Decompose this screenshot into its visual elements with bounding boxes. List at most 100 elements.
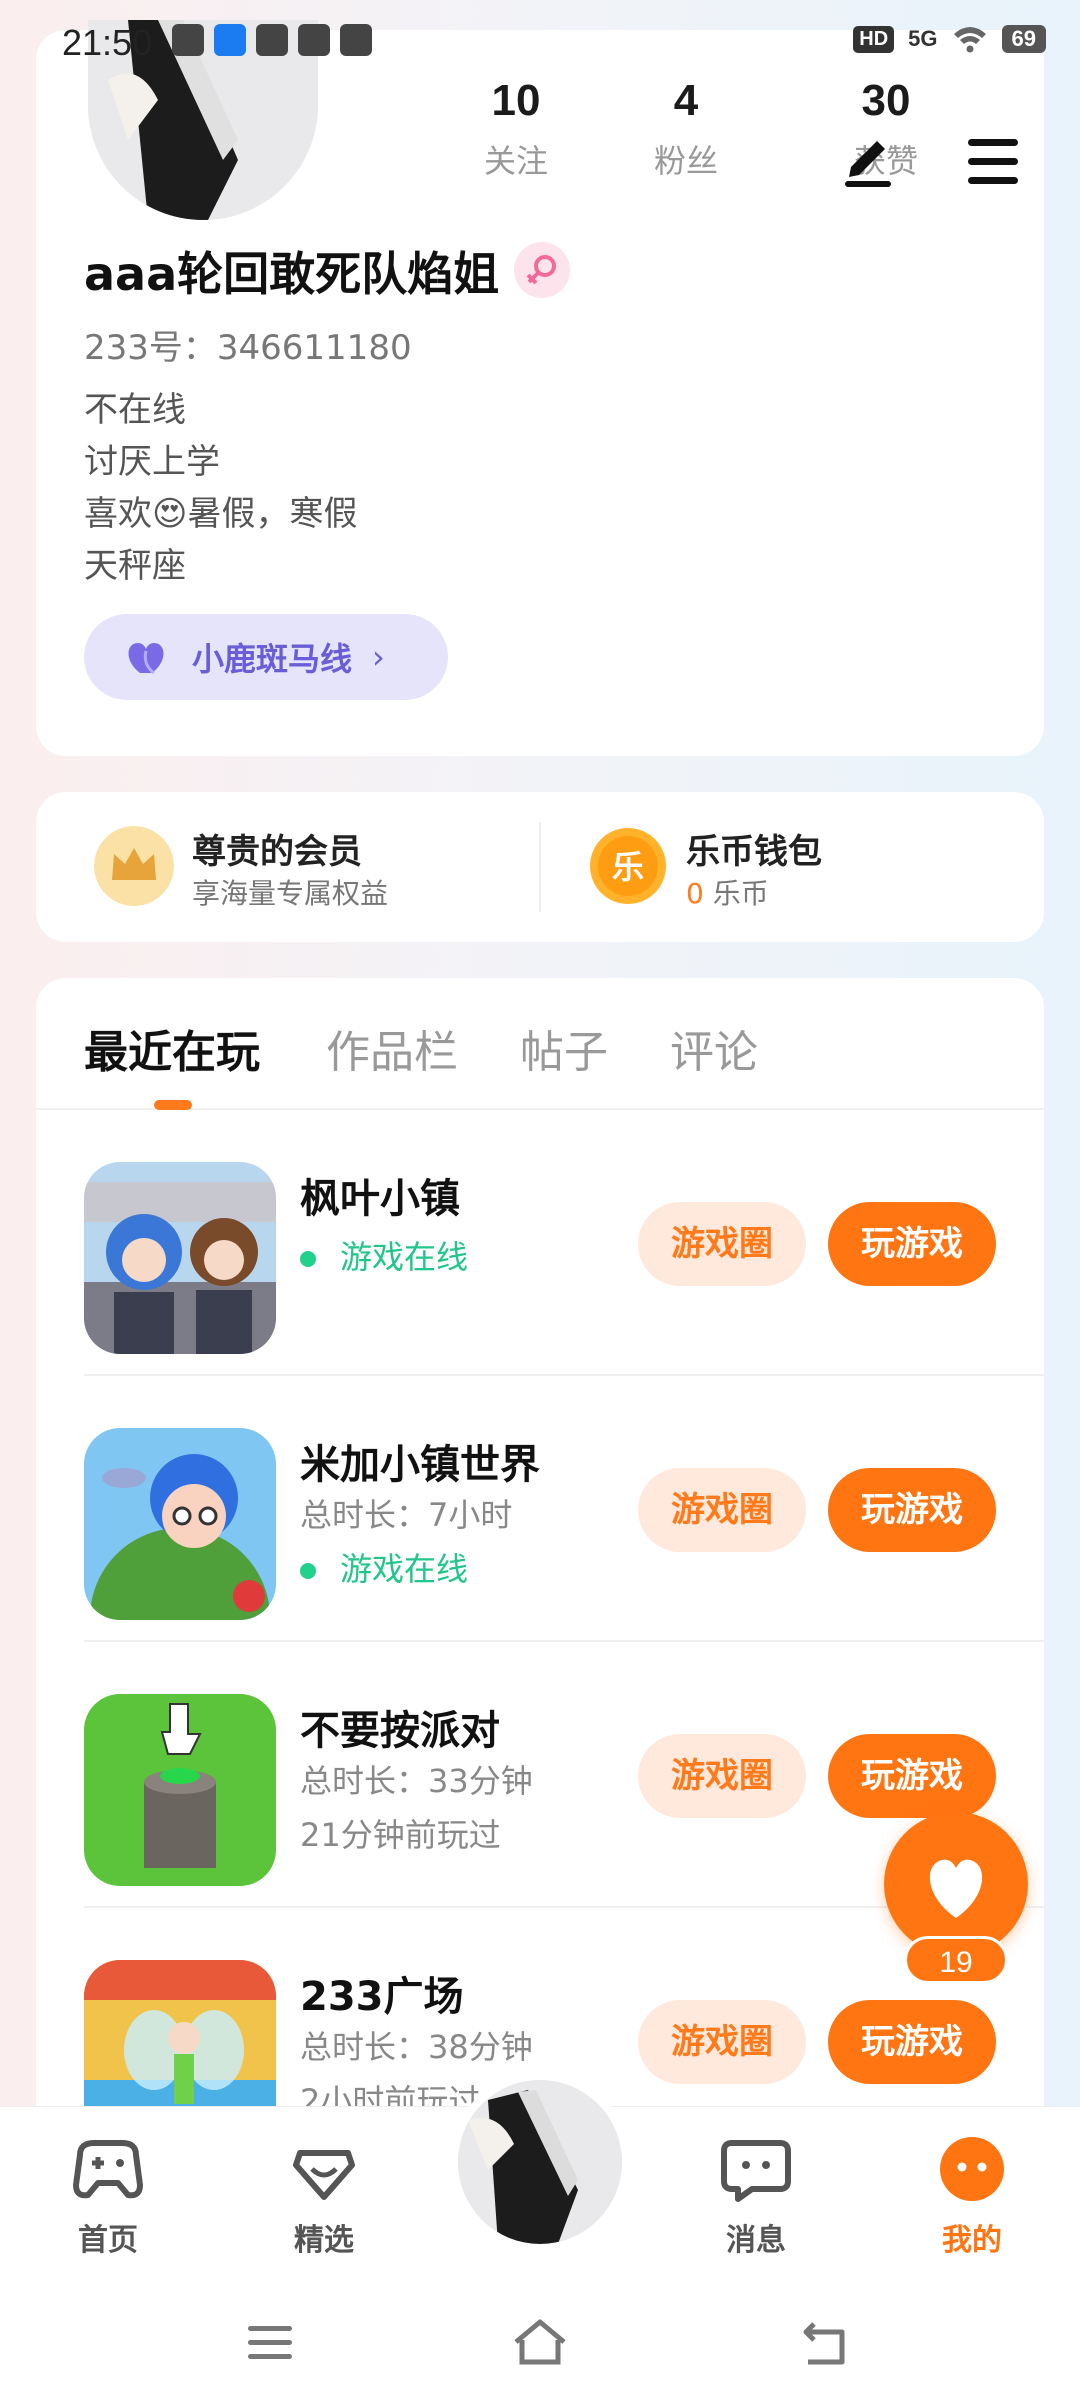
- game-playtime: 总时长：33分钟: [300, 1762, 533, 1800]
- game-playtime: 总时长：7小时: [300, 1496, 513, 1534]
- nav-home-label: 首页: [78, 2223, 138, 2258]
- game-circle-button[interactable]: 游戏圈: [638, 1202, 806, 1286]
- game-icon-dont-press-party: [84, 1694, 276, 1886]
- username: aaa轮回敢死队焰姐: [84, 247, 500, 301]
- gamepad-icon: [73, 2140, 143, 2199]
- game-name: 233广场: [300, 1974, 464, 2020]
- game-circle-button[interactable]: 游戏圈: [638, 1468, 806, 1552]
- signal-icon: 5G: [908, 26, 938, 51]
- center-avatar-button[interactable]: [450, 2072, 630, 2252]
- game-name: 米加小镇世界: [300, 1442, 540, 1488]
- me-icon: [940, 2137, 1004, 2201]
- play-icon: [340, 24, 372, 56]
- bio-line: 讨厌上学: [84, 442, 220, 482]
- game-online-status: 游戏在线: [300, 1232, 468, 1278]
- bio: 不在线 讨厌上学 喜欢😍暑假，寒假 天秤座: [84, 384, 357, 592]
- nav-me[interactable]: 我的: [902, 2135, 1042, 2259]
- nav-featured[interactable]: 精选: [254, 2135, 394, 2259]
- stat-fans-label: 粉丝: [653, 142, 718, 180]
- play-game-button[interactable]: 玩游戏: [828, 1202, 996, 1286]
- chat-icon: [721, 2140, 791, 2202]
- game-row[interactable]: 米加小镇世界 总时长：7小时 游戏在线 游戏圈 玩游戏: [84, 1376, 1044, 1642]
- stat-following[interactable]: 10 关注: [436, 76, 596, 182]
- tab-comments[interactable]: 评论: [670, 1016, 758, 1080]
- game-circle-button[interactable]: 游戏圈: [638, 1734, 806, 1818]
- play-game-button[interactable]: 玩游戏: [828, 1734, 996, 1818]
- bio-line: 喜欢😍暑假，寒假: [84, 494, 358, 534]
- menu-icon[interactable]: [960, 129, 1026, 195]
- notification-app-icon: [172, 24, 204, 56]
- floating-like-button[interactable]: [884, 1812, 1028, 1956]
- coin-icon: 乐: [590, 828, 666, 904]
- avatar: [458, 2080, 622, 2244]
- stat-following-label: 关注: [483, 142, 548, 180]
- wallet-title: 乐币钱包: [686, 832, 822, 872]
- online-label: 游戏在线: [340, 1238, 469, 1276]
- nav-me-label: 我的: [942, 2223, 1002, 2258]
- nav-messages-label: 消息: [726, 2223, 786, 2258]
- double-heart-icon: [128, 643, 164, 675]
- message-icon: [256, 24, 288, 56]
- svg-text:乐: 乐: [612, 848, 644, 886]
- link-icon: [298, 24, 330, 56]
- back-icon[interactable]: [792, 2310, 856, 2374]
- stat-fans[interactable]: 4 粉丝: [606, 76, 766, 182]
- online-dot-icon: [300, 1251, 316, 1267]
- play-game-button[interactable]: 玩游戏: [828, 2000, 996, 2084]
- play-game-button[interactable]: 玩游戏: [828, 1468, 996, 1552]
- heart-icon: [929, 1859, 983, 1918]
- chevron-right-icon: ›: [372, 638, 385, 676]
- game-row[interactable]: 枫叶小镇 游戏在线 游戏圈 玩游戏: [84, 1110, 1044, 1376]
- status-bar: 21:50 HD 5G 69: [0, 0, 1080, 84]
- member-title: 尊贵的会员: [192, 832, 362, 872]
- crown-icon: [94, 826, 174, 906]
- system-nav-bar: [0, 2286, 1080, 2408]
- vip-card: 尊贵的会员 享海量专属权益 乐 乐币钱包 0 乐币: [36, 792, 1044, 942]
- recent-apps-icon[interactable]: [238, 2310, 302, 2374]
- nav-messages[interactable]: 消息: [686, 2135, 826, 2259]
- nav-home[interactable]: 首页: [38, 2135, 178, 2259]
- status-right: HD 5G 69: [853, 24, 1046, 54]
- member-entry[interactable]: 尊贵的会员 享海量专属权益: [94, 822, 494, 912]
- alipay-icon: [214, 24, 246, 56]
- profile-card: 10 关注 4 粉丝 30 获赞 aaa轮回敢死队焰姐 233号：3466111…: [36, 20, 1044, 756]
- game-name: 不要按派对: [300, 1708, 500, 1754]
- game-playtime: 总时长：38分钟: [300, 2028, 533, 2066]
- member-subtitle: 享海量专属权益: [192, 877, 389, 910]
- battery-icon: 69: [1001, 25, 1046, 53]
- wallet-balance: 0 乐币: [686, 872, 769, 912]
- online-label: 游戏在线: [340, 1550, 469, 1588]
- female-gender-icon: [514, 242, 570, 298]
- zebra-label: 小鹿斑马线: [192, 640, 353, 678]
- game-online-status: 游戏在线: [300, 1544, 468, 1590]
- hd-icon: HD: [853, 25, 895, 53]
- zebra-crossing-button[interactable]: 小鹿斑马线 ›: [84, 614, 448, 700]
- tab-works[interactable]: 作品栏: [326, 1016, 458, 1080]
- wallet-amount: 0: [686, 877, 704, 910]
- bio-line: 天秤座: [84, 546, 186, 586]
- status-notification-icons: [172, 24, 372, 56]
- divider: [539, 822, 541, 912]
- game-circle-button[interactable]: 游戏圈: [638, 2000, 806, 2084]
- tab-recent[interactable]: 最近在玩: [84, 1016, 260, 1080]
- edit-icon[interactable]: [837, 125, 899, 187]
- heart-gem-icon: [293, 2150, 355, 2200]
- like-count-badge: 19: [904, 1936, 1008, 1984]
- tab-posts[interactable]: 帖子: [520, 1016, 608, 1080]
- game-icon-maple-town: [84, 1162, 276, 1354]
- game-last-played: 21分钟前玩过: [300, 1816, 501, 1854]
- status-time: 21:50: [62, 22, 153, 63]
- bio-line: 不在线: [84, 390, 186, 430]
- wallet-unit: 乐币: [712, 877, 769, 910]
- tab-indicator: [154, 1100, 192, 1110]
- user-id: 233号：346611180: [84, 328, 412, 368]
- wifi-icon: [953, 27, 986, 53]
- wallet-entry[interactable]: 乐 乐币钱包 0 乐币: [588, 822, 988, 912]
- game-icon-miga-world: [84, 1428, 276, 1620]
- profile-tabs: 最近在玩 作品栏 帖子 评论: [36, 978, 1044, 1110]
- online-dot-icon: [300, 1563, 316, 1579]
- game-name: 枫叶小镇: [300, 1176, 460, 1222]
- recent-games-card: 最近在玩 作品栏 帖子 评论 枫叶小镇 游戏在线 游戏圈 玩游戏 米加小镇世界 …: [36, 978, 1044, 2178]
- home-icon[interactable]: [508, 2310, 572, 2374]
- nav-featured-label: 精选: [294, 2223, 354, 2258]
